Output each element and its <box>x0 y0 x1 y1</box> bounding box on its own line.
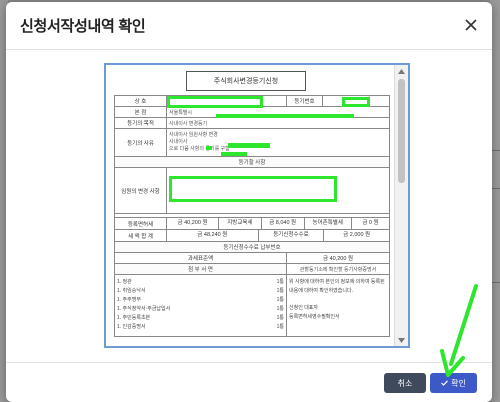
label-cell: 상 호 <box>114 95 167 107</box>
redaction-box <box>167 96 263 108</box>
label-cell: 등기의 사유 <box>114 128 167 157</box>
notice-cell: 위 사항에 대하여 본인의 정보에 의하여 등록된 내용에 대하여 확인하였습니… <box>286 274 390 337</box>
local-edu-tax-label: 지방교육세 <box>219 218 262 229</box>
section-header: 등기할 사항 <box>114 156 390 168</box>
list-item: 1통 <box>276 288 284 294</box>
confirmation-modal: 신청서작성내역 확인 주식회사변경등기신청 상 호 등기번호 본 점 서울특별시 <box>6 2 492 402</box>
document-scrollbar[interactable] <box>394 65 408 346</box>
label-cell: 등기번호 <box>286 95 323 107</box>
attachments-list: 1. 정관 1. 취임승낙서 1. 주주명부 1. 주식청약서·주금납입서 1.… <box>117 278 170 332</box>
table-row: 등기신청수수료 납부번호 <box>114 241 390 253</box>
list-item: 1. 주식청약서·주금납입서 <box>117 306 171 312</box>
list-item: 1. 주주명부 <box>117 297 141 303</box>
rural-tax-value: 금 0 원 <box>362 220 379 226</box>
tax-total-value: 금 48,240 원 <box>167 230 259 241</box>
close-icon <box>465 19 477 31</box>
redaction-bar <box>228 143 270 148</box>
redaction-box <box>169 176 337 202</box>
value-cell: 사내이사 변경등기 <box>166 117 390 129</box>
list-item: 1통 <box>276 324 284 330</box>
caret-up-icon <box>398 68 405 74</box>
list-item: 1통 <box>276 306 284 312</box>
court-fee-label: 등기신청수수료 <box>259 230 325 241</box>
cancel-button[interactable]: 취소 <box>384 373 426 393</box>
confirm-button[interactable]: 확인 <box>430 373 477 393</box>
value-cell: 금 40,200 원 <box>286 252 390 264</box>
section-header: 첨 부 서 면 <box>114 263 287 275</box>
registration-form-table: 상 호 등기번호 본 점 서울특별시 등기의 목적 사내이사 변경등기 등기의 … <box>114 95 390 337</box>
label-cell: 임원의 변경 사항 <box>114 167 167 214</box>
label-cell: 등록면허세 <box>114 217 167 230</box>
list-item: 1통 <box>276 279 284 285</box>
document-page: 주식회사변경등기신청 상 호 등기번호 본 점 서울특별시 등기의 목적 사내이… <box>110 65 390 346</box>
cancel-button-label: 취소 <box>397 378 413 388</box>
label-cell: 본 점 <box>114 106 167 118</box>
check-icon <box>441 380 449 386</box>
list-item: 1통 <box>276 297 284 303</box>
confirm-button-label: 확인 <box>451 378 466 388</box>
value-cell: 금 48,240 원 등기신청수수료 금 2,000 원 <box>166 229 390 242</box>
attachment-note: 관할등기소에 확인할 등기사항증명서 <box>286 263 390 275</box>
confirm-text: 신청인 대표자 <box>289 305 318 311</box>
redaction-bar <box>216 114 354 118</box>
label-cell: 등기의 목적 <box>114 117 167 129</box>
list-item: 1. 정관 <box>117 279 132 285</box>
close-button[interactable] <box>460 14 482 36</box>
caret-down-icon <box>398 337 405 343</box>
table-row: 등기의 목적 사내이사 변경등기 <box>114 117 390 129</box>
scroll-thumb[interactable] <box>398 79 405 183</box>
list-item: 1. 취임승낙서 <box>117 288 146 294</box>
section-header: 등기신청수수료 납부번호 <box>114 241 390 253</box>
local-edu-tax-value: 금 8,040 원 <box>262 218 305 229</box>
attachments-list-cell: 1. 정관 1. 취임승낙서 1. 주주명부 1. 주식청약서·주금납입서 1.… <box>114 274 287 337</box>
reason-line: 으로 다음 사항의 등기를 구함 <box>169 146 230 152</box>
court-fee-value: 금 2,000 원 <box>343 232 371 238</box>
notice-text: 위 사항에 대하여 본인의 정보에 의하여 등록된 내용에 대하여 확인하였습니… <box>289 279 385 294</box>
list-item: 1. 주민등록초본 <box>117 315 151 321</box>
scroll-down-arrow[interactable] <box>395 334 408 346</box>
table-row: 등록면허세 금 40,200 원 지방교육세 금 8,040 원 농어촌특별세 … <box>114 217 390 230</box>
registration-tax-value: 금 40,200 원 <box>167 218 220 229</box>
redaction-box <box>342 97 370 107</box>
label-cell: 세 액 합 계 <box>114 229 167 242</box>
table-row: 과세표준액 금 40,200 원 <box>114 252 390 264</box>
table-row: 등기할 사항 <box>114 156 390 168</box>
modal-header: 신청서작성내역 확인 <box>6 2 492 50</box>
attachments-counts: 1통 1통 1통 1통 1통 1통 <box>277 278 284 332</box>
footer-divider <box>6 362 492 363</box>
seal-text: 등록면허세영수필확인서 <box>289 314 340 320</box>
document-title: 주식회사변경등기신청 <box>186 71 306 91</box>
rural-tax-label: 농어촌특별세 <box>305 218 352 229</box>
list-item: 1통 <box>276 315 284 321</box>
table-row: 1. 정관 1. 취임승낙서 1. 주주명부 1. 주식청약서·주금납입서 1.… <box>114 274 390 337</box>
document-preview[interactable]: 주식회사변경등기신청 상 호 등기번호 본 점 서울특별시 등기의 목적 사내이… <box>104 63 410 348</box>
reason-line: 사내이사 임원사항 변경 <box>169 132 218 138</box>
table-row: 첨 부 서 면 관할등기소에 확인할 등기사항증명서 <box>114 263 390 275</box>
value-cell: 금 40,200 원 지방교육세 금 8,040 원 농어촌특별세 금 0 원 <box>166 217 390 230</box>
value-cell: 사내이사 임원사항 변경 사내이사 으로 다음 사항의 등기를 구함 <box>166 128 390 157</box>
label-cell: 과세표준액 <box>114 252 287 264</box>
redaction-bar <box>206 146 212 150</box>
modal-title: 신청서작성내역 확인 <box>20 18 146 35</box>
scroll-up-arrow[interactable] <box>395 65 408 77</box>
redaction-bar <box>221 152 247 156</box>
table-row: 세 액 합 계 금 48,240 원 등기신청수수료 금 2,000 원 <box>114 229 390 242</box>
list-item: 1. 인감증명서 <box>117 324 146 330</box>
reason-line: 사내이사 <box>169 139 188 145</box>
